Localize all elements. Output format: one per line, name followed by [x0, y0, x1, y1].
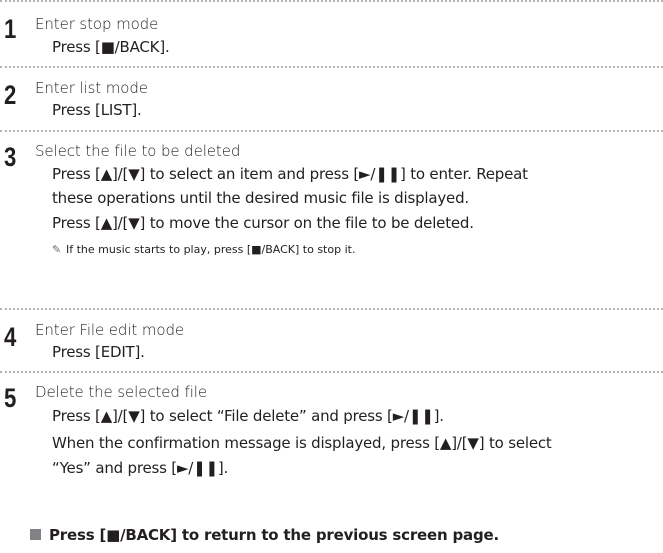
step-5: 5 Delete the selected file Press [▲]/[▼]…	[0, 371, 663, 513]
step-title: Enter list mode	[35, 79, 148, 97]
step-note: ✎ If the music starts to play, press [■/B…	[52, 243, 355, 257]
step-number: 3	[4, 142, 17, 172]
step-title: Enter stop mode	[35, 15, 159, 33]
step-title: Enter File edit mode	[35, 321, 185, 339]
step-instruction: these operations until the desired music…	[52, 189, 469, 207]
pencil-icon: ✎	[52, 243, 62, 256]
step-instruction: Press [■/BACK].	[52, 38, 170, 56]
step-3: 3 Select the file to be deleted Press [▲…	[0, 130, 663, 310]
step-4: 4 Enter File edit mode Press [EDIT].	[0, 308, 663, 373]
footer-note: Press [■/BACK] to return to the previous…	[30, 526, 499, 544]
step-instruction: Press [▲]/[▼] to move the cursor on the …	[52, 214, 474, 232]
footer-note-text: Press [■/BACK] to return to the previous…	[49, 526, 499, 544]
step-instruction: Press [▲]/[▼] to select “File delete” an…	[52, 407, 444, 425]
step-2: 2 Enter list mode Press [LIST].	[0, 66, 663, 132]
step-number: 1	[4, 14, 17, 44]
step-instruction: “Yes” and press [►/❚❚].	[52, 459, 229, 477]
step-title: Select the file to be deleted	[35, 142, 241, 160]
step-note-text: If the music starts to play, press [■/BA…	[66, 243, 356, 256]
step-title: Delete the selected file	[35, 383, 207, 401]
step-instruction: Press [LIST].	[52, 101, 142, 119]
step-instruction: Press [▲]/[▼] to select an item and pres…	[52, 165, 528, 183]
step-1: 1 Enter stop mode Press [■/BACK].	[0, 0, 663, 68]
step-instruction: When the confirmation message is display…	[52, 434, 552, 452]
step-number: 2	[4, 80, 17, 110]
step-number: 5	[4, 383, 17, 413]
step-instruction: Press [EDIT].	[52, 343, 145, 361]
step-number: 4	[4, 322, 17, 352]
square-bullet-icon	[30, 529, 41, 540]
